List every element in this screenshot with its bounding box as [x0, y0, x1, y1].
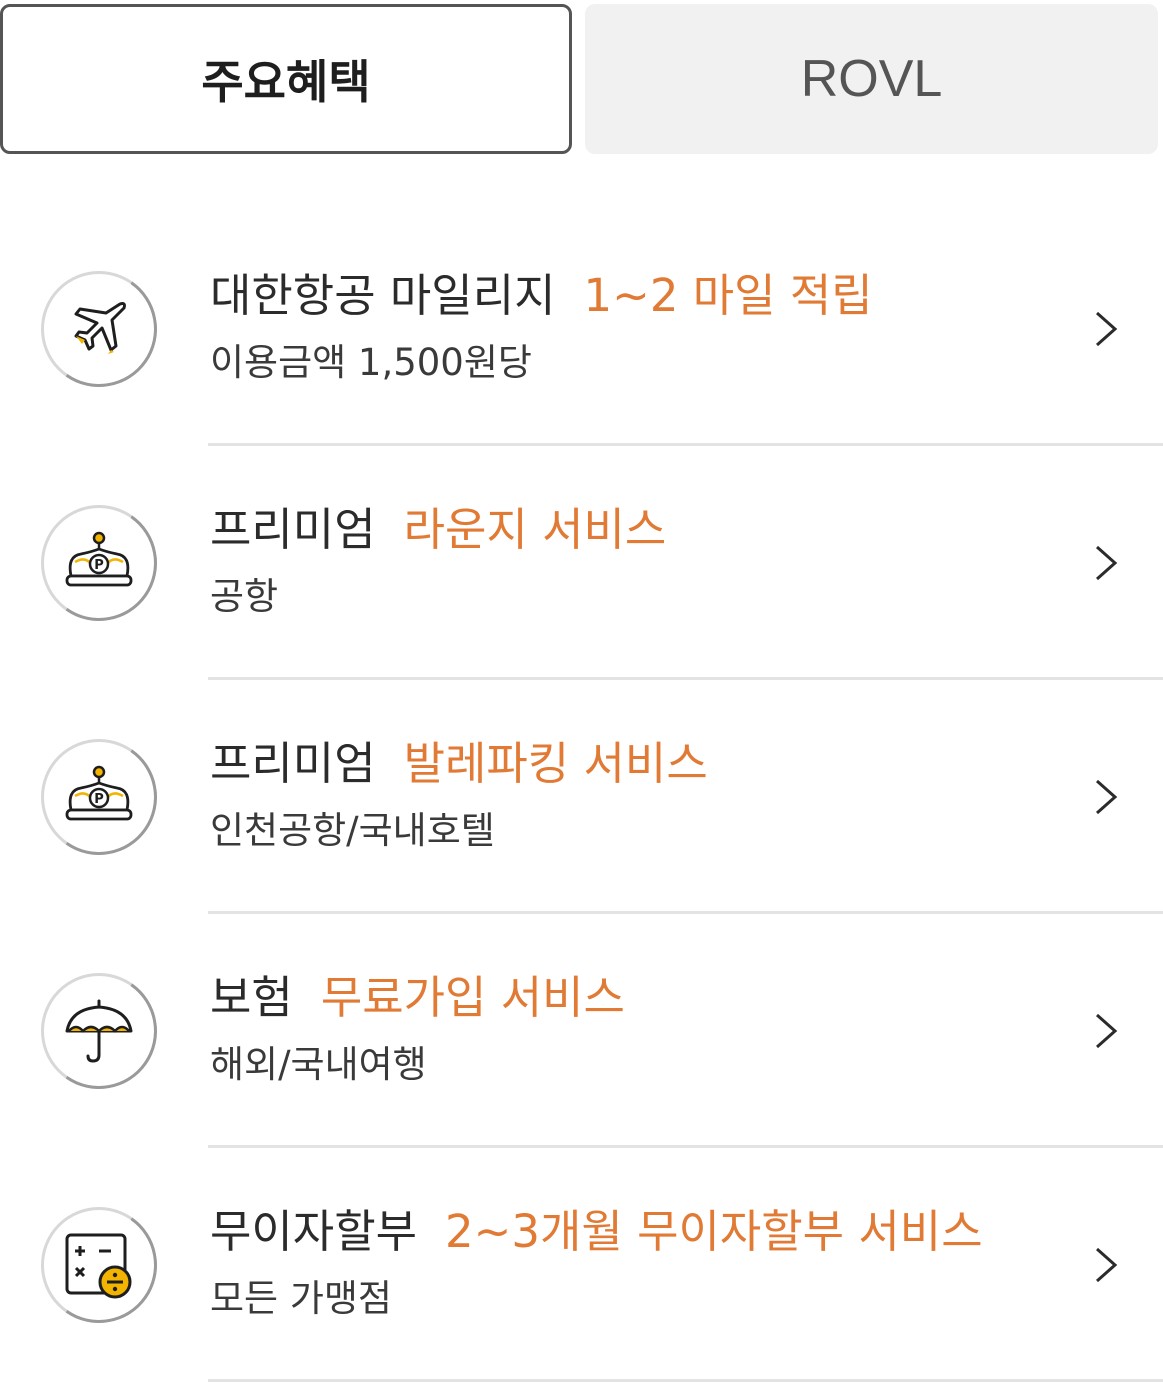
benefit-title-accent: 2~3개월 무이자할부 서비스 — [445, 1205, 983, 1258]
benefit-title-main: 프리미엄 — [210, 503, 376, 556]
svg-text:P: P — [94, 792, 104, 807]
benefit-subtitle: 모든 가맹점 — [210, 1277, 392, 1320]
benefit-list: 대한항공 마일리지 1~2 마일 적립 이용금액 1,500원당 P 프리미엄 라운… — [0, 212, 1163, 1382]
benefit-title-accent: 발레파킹 서비스 — [403, 737, 708, 790]
benefit-title-accent: 무료가입 서비스 — [320, 971, 625, 1024]
crown-icon: P — [41, 505, 157, 621]
benefit-item-mileage[interactable]: 대한항공 마일리지 1~2 마일 적립 이용금액 1,500원당 — [0, 212, 1163, 446]
benefit-title-main: 대한항공 마일리지 — [210, 269, 556, 322]
calculator-icon — [41, 1207, 157, 1323]
benefit-subtitle: 이용금액 1,500원당 — [210, 341, 532, 384]
benefit-subtitle: 해외/국내여행 — [210, 1043, 427, 1086]
crown-icon: P — [41, 739, 157, 855]
tab-benefits[interactable]: 주요혜택 — [0, 4, 572, 154]
benefit-item-installment[interactable]: 무이자할부 2~3개월 무이자할부 서비스 모든 가맹점 — [0, 1148, 1163, 1382]
airplane-icon — [41, 271, 157, 387]
benefit-subtitle: 공항 — [210, 575, 279, 618]
umbrella-icon — [41, 973, 157, 1089]
benefit-title-accent: 라운지 서비스 — [403, 503, 667, 556]
benefit-title-main: 무이자할부 — [210, 1205, 418, 1258]
benefit-item-lounge[interactable]: P 프리미엄 라운지 서비스 공항 — [0, 446, 1163, 680]
benefit-title-main: 보험 — [210, 971, 293, 1024]
benefit-item-valet[interactable]: P 프리미엄 발레파킹 서비스 인천공항/국내호텔 — [0, 680, 1163, 914]
benefit-title: 대한항공 마일리지 1~2 마일 적립 — [210, 266, 873, 326]
benefit-title: 보험 무료가입 서비스 — [210, 968, 625, 1028]
chevron-right-icon — [1096, 311, 1118, 347]
benefit-title: 프리미엄 발레파킹 서비스 — [210, 734, 708, 794]
chevron-right-icon — [1096, 779, 1118, 815]
chevron-right-icon — [1096, 1247, 1118, 1283]
tab-bar: 주요혜택 ROVL — [0, 4, 1163, 154]
benefit-title-accent: 1~2 마일 적립 — [583, 269, 873, 322]
divider — [208, 1379, 1163, 1382]
svg-text:P: P — [94, 558, 104, 573]
benefit-title: 무이자할부 2~3개월 무이자할부 서비스 — [210, 1202, 983, 1262]
benefit-subtitle: 인천공항/국내호텔 — [210, 809, 495, 852]
chevron-right-icon — [1096, 545, 1118, 581]
chevron-right-icon — [1096, 1013, 1118, 1049]
benefit-title: 프리미엄 라운지 서비스 — [210, 500, 666, 560]
tab-rovl[interactable]: ROVL — [585, 4, 1158, 154]
benefit-item-insurance[interactable]: 보험 무료가입 서비스 해외/국내여행 — [0, 914, 1163, 1148]
benefit-title-main: 프리미엄 — [210, 737, 376, 790]
